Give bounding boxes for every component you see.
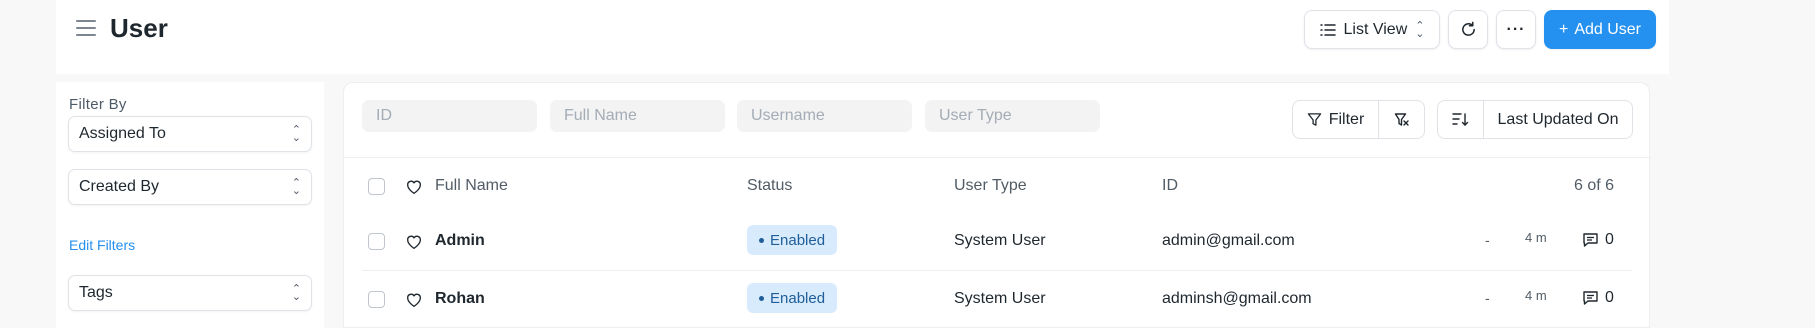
user-id: adminsh@gmail.com — [1162, 290, 1312, 307]
user-type-filter-input[interactable]: User Type — [925, 100, 1100, 132]
edit-filters-link[interactable]: Edit Filters — [69, 237, 135, 253]
user-id: admin@gmail.com — [1162, 232, 1295, 249]
sort-field-button[interactable]: Last Updated On — [1483, 100, 1633, 139]
status-badge: Enabled — [747, 225, 838, 255]
user-type: System User — [954, 290, 1046, 307]
column-header-status: Status — [747, 177, 793, 194]
user-full-name[interactable]: Admin — [435, 232, 485, 250]
list-view-button[interactable]: List View ⌃ ⌄ — [1304, 10, 1440, 49]
column-header-id: ID — [1162, 177, 1178, 194]
assigned-to-select[interactable]: Assigned To ⌃ ⌄ — [68, 116, 312, 152]
plus-icon: + — [1558, 20, 1569, 38]
row-checkbox[interactable] — [368, 291, 385, 308]
chevron-up-down-icon: ⌃ ⌄ — [291, 283, 301, 303]
page-header: User List View ⌃ ⌄ ··· + Add User — [56, 0, 1669, 74]
sort-order-button[interactable] — [1437, 100, 1484, 139]
filter-icon — [1307, 113, 1321, 126]
sort-descending-icon — [1452, 113, 1469, 126]
add-user-label: Add User — [1574, 20, 1642, 38]
comment-count-value: 0 — [1605, 289, 1614, 306]
placeholder-dash: - — [1485, 232, 1490, 248]
comment-icon — [1583, 291, 1598, 305]
more-options-button[interactable]: ··· — [1496, 10, 1536, 49]
table-row[interactable]: Rohan Enabled System User adminsh@gmail.… — [344, 271, 1651, 328]
status-dot-icon — [759, 237, 764, 243]
page-title: User — [110, 13, 168, 43]
filter-button[interactable]: Filter — [1292, 100, 1379, 139]
table-row[interactable]: Admin Enabled System User admin@gmail.co… — [344, 213, 1651, 271]
user-full-name[interactable]: Rohan — [435, 290, 485, 308]
comment-icon — [1583, 233, 1598, 247]
record-count: 6 of 6 — [1574, 177, 1615, 194]
table-header: Full Name Status User Type ID 6 of 6 — [344, 158, 1651, 215]
status-label: Enabled — [770, 231, 826, 249]
user-type: System User — [954, 232, 1046, 249]
comment-count-value: 0 — [1605, 231, 1614, 248]
select-all-checkbox[interactable] — [368, 178, 385, 195]
clear-filters-button[interactable] — [1378, 100, 1425, 139]
heart-icon[interactable] — [405, 233, 423, 251]
full-name-filter-input[interactable]: Full Name — [550, 100, 725, 132]
created-by-select[interactable]: Created By ⌃ ⌄ — [68, 169, 312, 205]
modified-time: 4 m — [1525, 288, 1547, 303]
hamburger-menu-icon[interactable] — [76, 20, 96, 36]
refresh-button[interactable] — [1448, 10, 1488, 49]
modified-time: 4 m — [1525, 230, 1547, 245]
more-icon: ··· — [1506, 20, 1526, 38]
chevron-up-down-icon: ⌃ ⌄ — [291, 177, 301, 197]
filter-sidebar: Filter By Assigned To ⌃ ⌄ Created By ⌃ ⌄ E… — [56, 82, 324, 328]
status-label: Enabled — [770, 289, 826, 307]
created-by-label: Created By — [79, 178, 160, 195]
tags-select[interactable]: Tags ⌃ ⌄ — [68, 275, 312, 311]
chevron-up-down-icon: ⌃ ⌄ — [1415, 19, 1425, 40]
assigned-to-label: Assigned To — [79, 125, 166, 142]
refresh-icon — [1461, 21, 1475, 36]
comment-count[interactable]: 0 — [1582, 289, 1614, 307]
row-checkbox[interactable] — [368, 233, 385, 250]
add-user-button[interactable]: + Add User — [1544, 10, 1656, 49]
list-view-label: List View — [1343, 20, 1408, 38]
filter-label: Filter — [1328, 110, 1365, 128]
status-dot-icon — [759, 295, 764, 301]
filter-by-heading: Filter By — [69, 96, 127, 113]
chevron-up-down-icon: ⌃ ⌄ — [291, 124, 301, 144]
column-header-user-type: User Type — [954, 177, 1027, 194]
comment-count[interactable]: 0 — [1582, 231, 1614, 249]
column-header-full-name: Full Name — [435, 177, 508, 194]
id-filter-input[interactable]: ID — [362, 100, 537, 132]
status-badge: Enabled — [747, 283, 838, 313]
list-icon — [1319, 23, 1336, 36]
heart-icon[interactable] — [405, 291, 423, 309]
list-panel: ID Full Name Username User Type Filter L… — [343, 82, 1651, 328]
filter-clear-icon — [1394, 112, 1409, 126]
username-filter-input[interactable]: Username — [737, 100, 912, 132]
placeholder-dash: - — [1485, 290, 1490, 306]
heart-icon[interactable] — [405, 178, 423, 196]
tags-label: Tags — [79, 284, 113, 301]
